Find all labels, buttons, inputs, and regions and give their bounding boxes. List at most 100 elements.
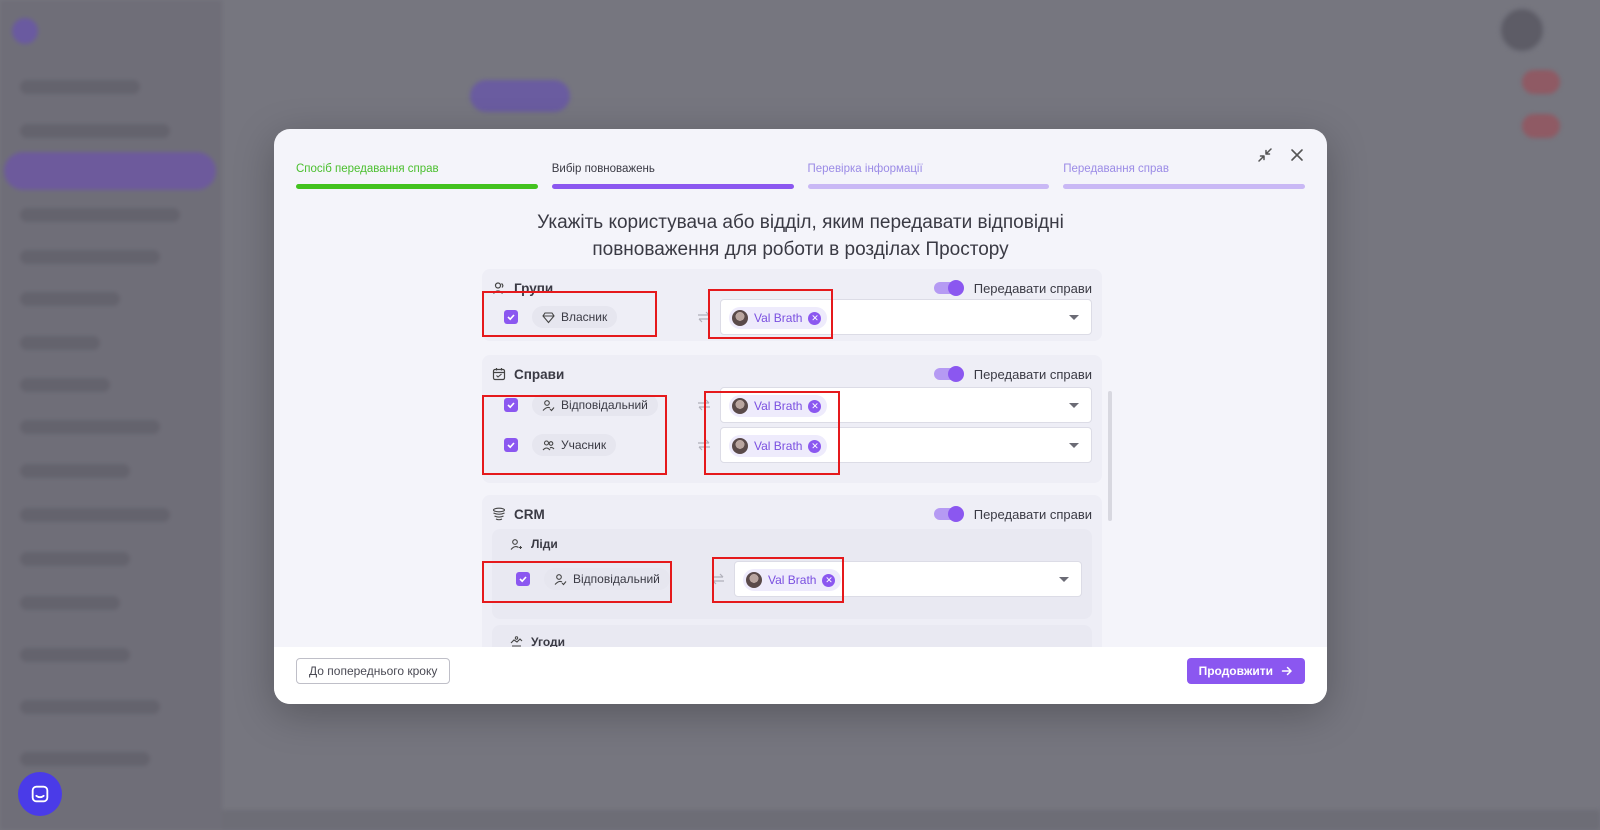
assignee-chip: Val Brath ✕ bbox=[729, 307, 828, 329]
role-checkbox[interactable] bbox=[504, 398, 518, 412]
section-title: Справи bbox=[514, 366, 565, 382]
user-avatar bbox=[746, 572, 762, 588]
assignee-name: Val Brath bbox=[754, 311, 803, 325]
assignee-chip: Val Brath ✕ bbox=[729, 435, 828, 457]
previous-step-button[interactable]: До попереднього кроку bbox=[296, 658, 451, 684]
background-tab bbox=[470, 80, 570, 112]
step-4: Передавання справ bbox=[1063, 161, 1305, 189]
assignee-name: Val Brath bbox=[768, 573, 817, 587]
assignee-chip: Val Brath ✕ bbox=[743, 569, 842, 591]
background-avatar bbox=[1500, 8, 1544, 52]
lead-icon bbox=[510, 538, 522, 550]
remove-assignee-icon[interactable]: ✕ bbox=[808, 439, 822, 453]
user-avatar bbox=[732, 438, 748, 454]
app-logo-icon bbox=[12, 18, 38, 44]
step-1: Спосіб передавання справ bbox=[296, 161, 538, 189]
deal-icon bbox=[510, 635, 523, 647]
remove-assignee-icon[interactable]: ✕ bbox=[808, 311, 822, 325]
check-icon bbox=[507, 402, 515, 409]
subsection-title: Ліди bbox=[531, 537, 558, 551]
assignee-select[interactable]: Val Brath ✕ bbox=[720, 387, 1092, 423]
step-2: Вибір повноважень bbox=[551, 161, 794, 189]
remove-assignee-icon[interactable]: ✕ bbox=[808, 399, 822, 413]
step-progress-bar bbox=[1063, 184, 1305, 189]
scrollbar[interactable] bbox=[1108, 391, 1112, 521]
chat-icon bbox=[31, 785, 49, 803]
user-check-icon bbox=[542, 399, 555, 411]
role-tag: Відповідальний bbox=[532, 394, 658, 416]
step-label: Перевірка інформації bbox=[807, 163, 923, 175]
transfer-arrow-icon bbox=[696, 397, 712, 418]
role-label: Власник bbox=[561, 310, 608, 324]
assignee-select[interactable]: Val Brath ✕ bbox=[734, 561, 1082, 597]
step-label: Вибір повноважень bbox=[551, 163, 655, 175]
permission-row: Учасник Val Brath ✕ bbox=[492, 427, 1092, 463]
user-avatar bbox=[732, 398, 748, 414]
subsection-title: Угоди bbox=[531, 635, 566, 647]
background-badge bbox=[1522, 114, 1560, 138]
chat-launcher-button[interactable] bbox=[18, 772, 62, 816]
chevron-down-icon bbox=[1069, 403, 1079, 408]
role-tag: Відповідальний bbox=[544, 568, 670, 590]
transfer-arrow-icon bbox=[710, 571, 726, 592]
role-checkbox[interactable] bbox=[504, 310, 518, 324]
assignee-name: Val Brath bbox=[754, 399, 803, 413]
assignee-chip: Val Brath ✕ bbox=[729, 395, 828, 417]
section-tasks: Справи Передавати справи Відповідальний bbox=[482, 355, 1102, 483]
toggle-label: Передавати справи bbox=[973, 366, 1092, 382]
background-topbar bbox=[222, 0, 1600, 60]
chevron-down-icon bbox=[1069, 315, 1079, 320]
diamond-icon bbox=[542, 311, 555, 323]
background-sidebar bbox=[0, 0, 222, 830]
transfer-arrow-icon bbox=[696, 437, 712, 458]
background-bottom bbox=[222, 810, 1600, 830]
section-crm: CRM Передавати справи Ліди Відповідальни… bbox=[482, 495, 1102, 647]
step-label: Спосіб передавання справ bbox=[296, 163, 439, 175]
heading-line: повноваження для роботи в розділах Прост… bbox=[592, 239, 1009, 260]
check-icon bbox=[507, 314, 515, 321]
modal-footer: До попереднього кроку Продовжити bbox=[274, 647, 1327, 704]
close-icon bbox=[1291, 149, 1303, 161]
users-icon bbox=[493, 282, 504, 294]
step-progress-bar bbox=[807, 184, 1050, 189]
permission-row: Власник Val Brath ✕ bbox=[492, 299, 1092, 335]
wizard-steps: Спосіб передавання справ Вибір повноваже… bbox=[296, 161, 1305, 189]
wizard-heading: Укажіть користувача або відділ, яким пер… bbox=[274, 209, 1327, 263]
step-progress-bar bbox=[296, 184, 538, 189]
subsection-deals: Угоди bbox=[492, 625, 1092, 647]
role-tag: Учасник bbox=[532, 434, 617, 456]
background-badge bbox=[1522, 70, 1560, 94]
section-groups: Групи Передавати справи Власник Val Brat… bbox=[482, 269, 1102, 341]
transfer-arrow-icon bbox=[696, 309, 712, 330]
transfer-toggle[interactable] bbox=[933, 366, 964, 382]
remove-assignee-icon[interactable]: ✕ bbox=[822, 573, 836, 587]
arrow-right-icon bbox=[1281, 666, 1293, 676]
check-icon bbox=[507, 442, 515, 449]
continue-label: Продовжити bbox=[1198, 664, 1273, 678]
participants-icon bbox=[542, 439, 555, 450]
role-checkbox[interactable] bbox=[504, 438, 518, 452]
check-icon bbox=[519, 576, 527, 583]
assignee-select[interactable]: Val Brath ✕ bbox=[720, 427, 1092, 463]
calendar-icon bbox=[492, 368, 506, 381]
toggle-label: Передавати справи bbox=[973, 280, 1092, 296]
role-checkbox[interactable] bbox=[516, 572, 530, 586]
permissions-scroll-area[interactable]: Групи Передавати справи Власник Val Brat… bbox=[482, 269, 1102, 647]
continue-button[interactable]: Продовжити bbox=[1186, 658, 1305, 684]
section-title: Групи bbox=[514, 280, 554, 296]
crm-icon bbox=[492, 507, 506, 521]
transfer-toggle[interactable] bbox=[933, 280, 964, 296]
user-check-icon bbox=[554, 573, 567, 585]
transfer-toggle[interactable] bbox=[933, 506, 964, 522]
user-avatar bbox=[732, 310, 748, 326]
section-title: CRM bbox=[514, 506, 545, 522]
role-label: Учасник bbox=[561, 438, 607, 452]
assignee-select[interactable]: Val Brath ✕ bbox=[720, 299, 1092, 335]
assignee-name: Val Brath bbox=[754, 439, 803, 453]
transfer-wizard-modal: Спосіб передавання справ Вибір повноваже… bbox=[274, 129, 1327, 704]
role-tag: Власник bbox=[532, 306, 618, 328]
step-3: Перевірка інформації bbox=[807, 161, 1050, 189]
chevron-down-icon bbox=[1059, 577, 1069, 582]
step-progress-bar bbox=[551, 184, 794, 189]
permission-row: Відповідальний Val Brath ✕ bbox=[492, 387, 1092, 423]
